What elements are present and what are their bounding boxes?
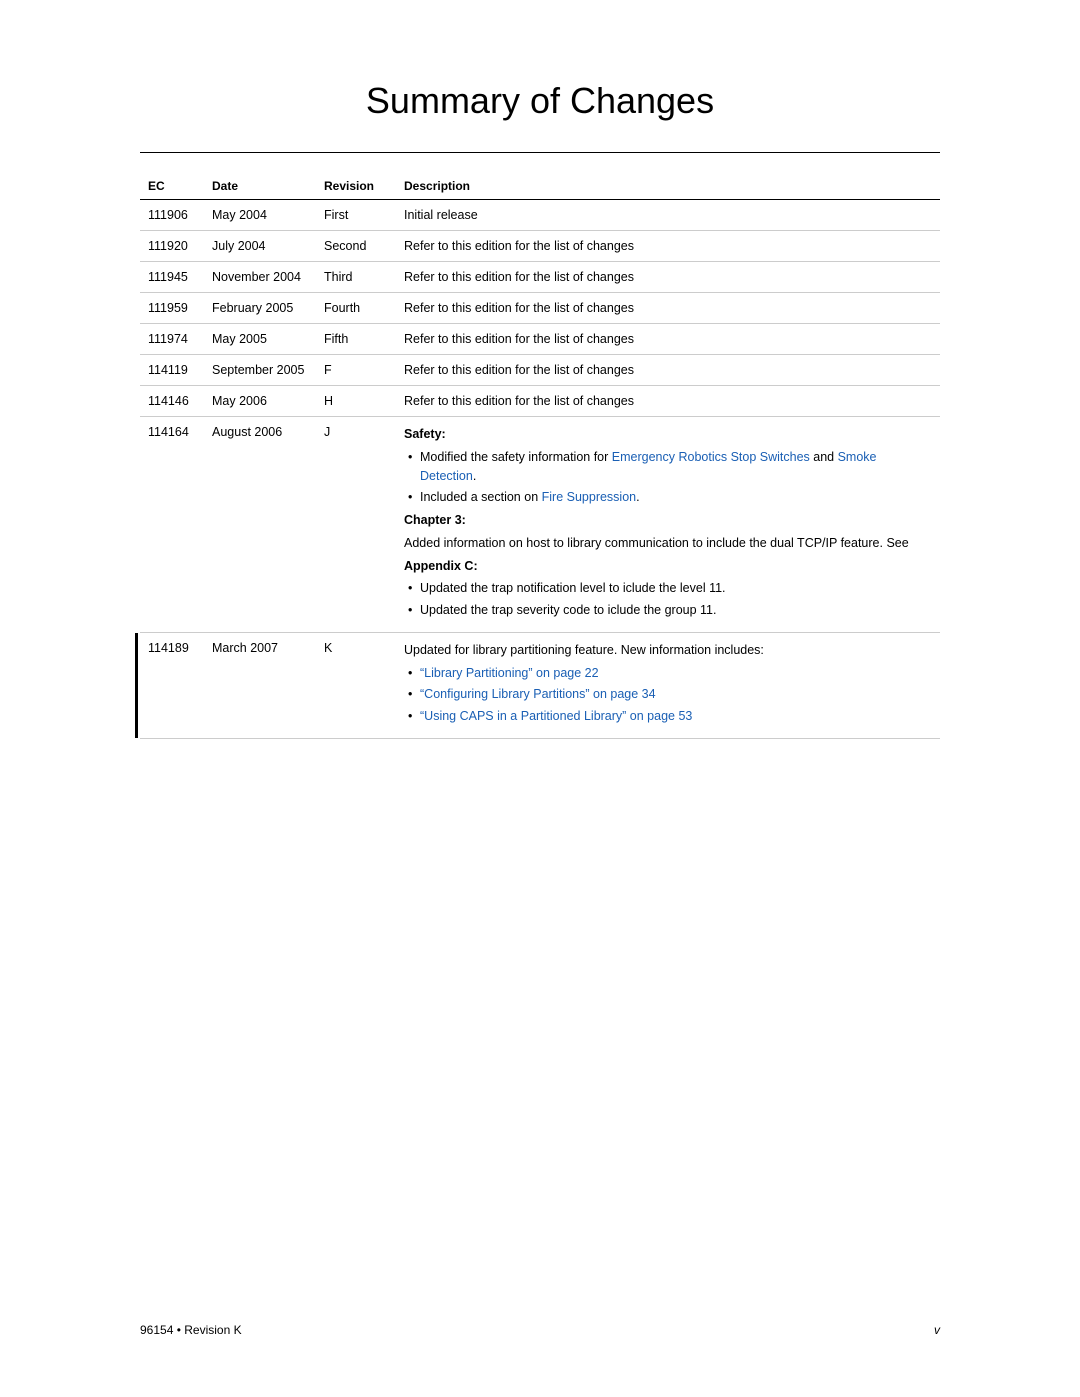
- description-cell: Refer to this edition for the list of ch…: [396, 386, 940, 417]
- safety-bold-label: Safety:: [404, 427, 446, 441]
- ec-cell: 111959: [140, 293, 204, 324]
- changes-table: EC Date Revision Description 111906 May …: [140, 173, 940, 739]
- row-114189-prefix: Updated for library partitioning feature…: [404, 641, 932, 660]
- safety-included-prefix: Included a section on: [420, 490, 542, 504]
- description-cell: Refer to this edition for the list of ch…: [396, 231, 940, 262]
- header-revision: Revision: [316, 173, 396, 200]
- table-row: 111945 November 2004 Third Refer to this…: [140, 262, 940, 293]
- description-cell-114164: Safety: Modified the safety information …: [396, 417, 940, 633]
- table-row: 111920 July 2004 Second Refer to this ed…: [140, 231, 940, 262]
- ec-cell: 111945: [140, 262, 204, 293]
- row-114189-item-3: “Using CAPS in a Partitioned Library” on…: [404, 707, 932, 726]
- description-cell: Refer to this edition for the list of ch…: [396, 324, 940, 355]
- page-footer: 96154 • Revision K v: [140, 1323, 940, 1337]
- ec-cell: 111920: [140, 231, 204, 262]
- table-header-row: EC Date Revision Description: [140, 173, 940, 200]
- emergency-robotics-link[interactable]: Emergency Robotics Stop Switches: [612, 450, 810, 464]
- revision-cell: Fourth: [316, 293, 396, 324]
- revision-cell: F: [316, 355, 396, 386]
- table-row: 111906 May 2004 First Initial release: [140, 200, 940, 231]
- safety-modified-prefix: Modified the safety information for: [420, 450, 612, 464]
- revision-cell-114164: J: [316, 417, 396, 633]
- chapter3-bold: Chapter 3:: [404, 513, 466, 527]
- ec-cell: 111974: [140, 324, 204, 355]
- safety-list: Modified the safety information for Emer…: [404, 448, 932, 507]
- page-title: Summary of Changes: [140, 80, 940, 122]
- date-cell: July 2004: [204, 231, 316, 262]
- footer-right-text: v: [934, 1323, 940, 1337]
- date-cell: May 2004: [204, 200, 316, 231]
- safety-period: .: [473, 469, 476, 483]
- ec-cell: 111906: [140, 200, 204, 231]
- revision-cell: Second: [316, 231, 396, 262]
- date-cell: May 2006: [204, 386, 316, 417]
- appendixc-label: Appendix C:: [404, 557, 932, 576]
- table-row: 111959 February 2005 Fourth Refer to thi…: [140, 293, 940, 324]
- table-row: 111974 May 2005 Fifth Refer to this edit…: [140, 324, 940, 355]
- header-ec: EC: [140, 173, 204, 200]
- date-cell: May 2005: [204, 324, 316, 355]
- description-cell: Initial release: [396, 200, 940, 231]
- title-divider: [140, 152, 940, 153]
- revision-cell: First: [316, 200, 396, 231]
- safety-label: Safety:: [404, 425, 932, 444]
- description-cell-114189: Updated for library partitioning feature…: [396, 632, 940, 738]
- date-cell: February 2005: [204, 293, 316, 324]
- configuring-partitions-link[interactable]: “Configuring Library Partitions” on page…: [420, 687, 656, 701]
- row-114189-item-1: “Library Partitioning” on page 22: [404, 664, 932, 683]
- revision-cell: Third: [316, 262, 396, 293]
- date-cell: September 2005: [204, 355, 316, 386]
- date-cell: November 2004: [204, 262, 316, 293]
- appendixc-list: Updated the trap notification level to i…: [404, 579, 932, 620]
- safety-item-1: Modified the safety information for Emer…: [404, 448, 932, 486]
- row-114189-list: “Library Partitioning” on page 22 “Confi…: [404, 664, 932, 726]
- chapter3-label: Chapter 3:: [404, 511, 932, 530]
- safety-included-suffix: .: [636, 490, 639, 504]
- revision-cell-114189: K: [316, 632, 396, 738]
- revision-cell: Fifth: [316, 324, 396, 355]
- description-cell: Refer to this edition for the list of ch…: [396, 293, 940, 324]
- library-partitioning-link[interactable]: “Library Partitioning” on page 22: [420, 666, 599, 680]
- ec-cell-114189: 114189: [140, 632, 204, 738]
- description-cell: Refer to this edition for the list of ch…: [396, 355, 940, 386]
- appendixc-bold: Appendix C:: [404, 559, 478, 573]
- ec-cell: 114146: [140, 386, 204, 417]
- table-row: 114119 September 2005 F Refer to this ed…: [140, 355, 940, 386]
- appendixc-item-1: Updated the trap notification level to i…: [404, 579, 932, 598]
- table-row: 114146 May 2006 H Refer to this edition …: [140, 386, 940, 417]
- date-cell-114164: August 2006: [204, 417, 316, 633]
- safety-and: and: [810, 450, 838, 464]
- revision-cell: H: [316, 386, 396, 417]
- ec-cell: 114119: [140, 355, 204, 386]
- row-114189-item-2: “Configuring Library Partitions” on page…: [404, 685, 932, 704]
- table-row-114164: 114164 August 2006 J Safety: Modified th…: [140, 417, 940, 633]
- date-cell-114189: March 2007: [204, 632, 316, 738]
- page-container: Summary of Changes EC Date Revision Desc…: [0, 0, 1080, 1397]
- fire-suppression-link[interactable]: Fire Suppression: [542, 490, 637, 504]
- header-description: Description: [396, 173, 940, 200]
- ec-cell-114164: 114164: [140, 417, 204, 633]
- table-row-114189: 114189 March 2007 K Updated for library …: [140, 632, 940, 738]
- caps-partitioned-link[interactable]: “Using CAPS in a Partitioned Library” on…: [420, 709, 692, 723]
- header-date: Date: [204, 173, 316, 200]
- description-cell: Refer to this edition for the list of ch…: [396, 262, 940, 293]
- footer-left-text: 96154 • Revision K: [140, 1323, 242, 1337]
- chapter3-text: Added information on host to library com…: [404, 534, 932, 553]
- appendixc-item-2: Updated the trap severity code to iclude…: [404, 601, 932, 620]
- safety-item-2: Included a section on Fire Suppression.: [404, 488, 932, 507]
